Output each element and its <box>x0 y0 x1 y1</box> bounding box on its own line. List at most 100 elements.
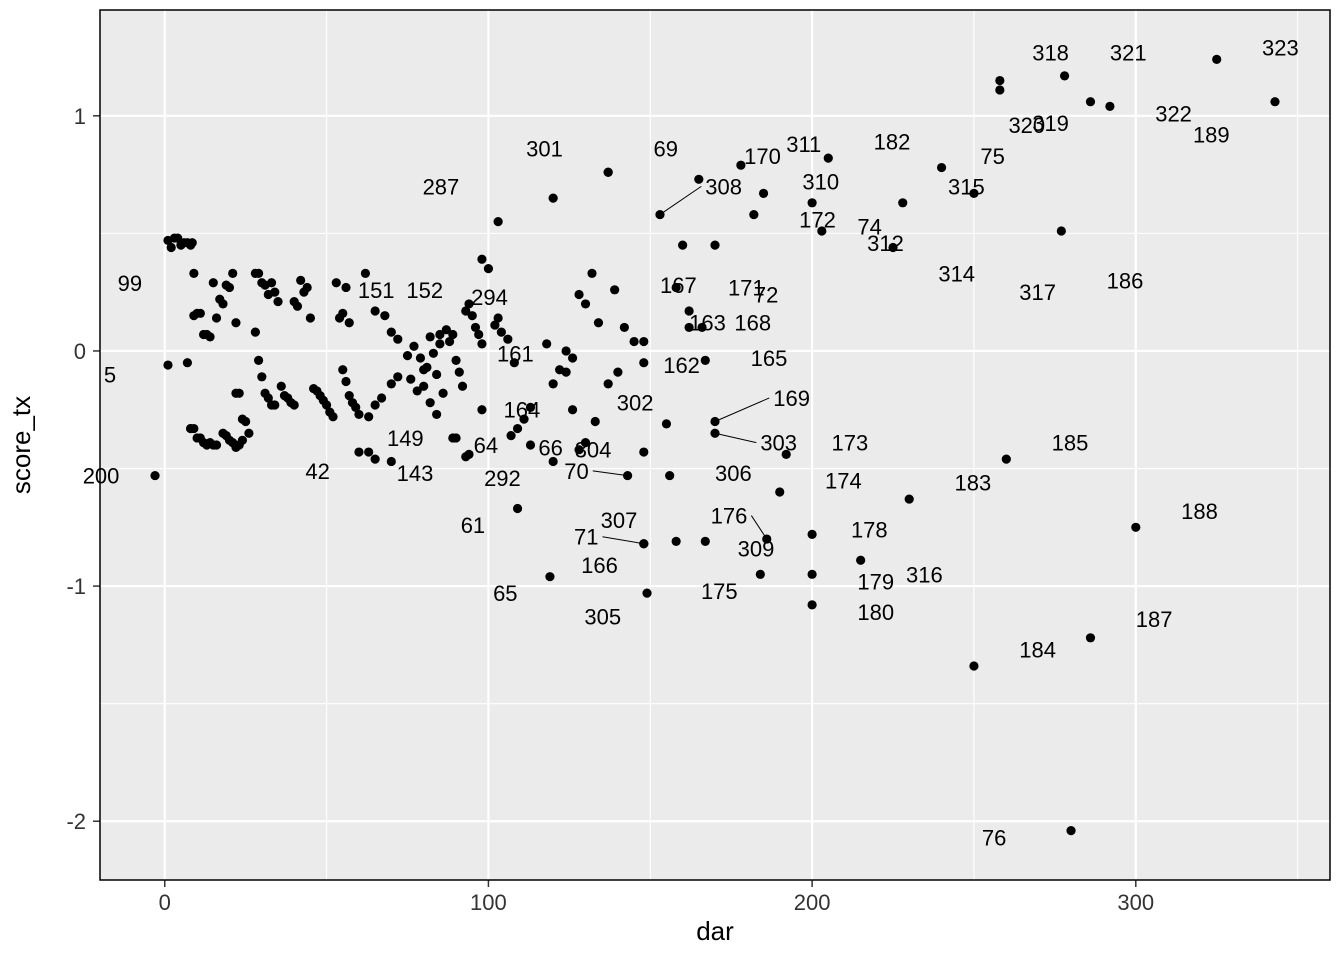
data-point <box>426 398 435 407</box>
data-point <box>808 198 817 207</box>
data-point <box>639 358 648 367</box>
data-point <box>377 393 386 402</box>
data-point <box>856 556 865 565</box>
data-point <box>451 356 460 365</box>
data-point <box>672 537 681 546</box>
data-point <box>296 276 305 285</box>
data-point <box>163 360 172 369</box>
data-point <box>218 299 227 308</box>
data-point <box>235 389 244 398</box>
data-point <box>513 424 522 433</box>
data-point <box>474 330 483 339</box>
point-label: 182 <box>874 130 911 155</box>
data-point <box>710 241 719 250</box>
point-label: 186 <box>1107 268 1144 293</box>
data-point <box>228 269 237 278</box>
data-point <box>587 269 596 278</box>
data-point <box>183 358 192 367</box>
data-point <box>448 330 457 339</box>
data-point <box>620 323 629 332</box>
point-label: 315 <box>948 174 985 199</box>
x-tick-label: 200 <box>794 890 831 915</box>
data-point <box>212 440 221 449</box>
point-label: 294 <box>471 285 508 310</box>
data-point <box>345 318 354 327</box>
point-label: 168 <box>734 311 771 336</box>
point-label: 163 <box>689 311 726 336</box>
data-point <box>604 168 613 177</box>
point-label: 305 <box>584 605 621 630</box>
point-label: 303 <box>760 431 797 456</box>
point-label: 180 <box>857 600 894 625</box>
data-point <box>591 417 600 426</box>
data-point <box>1131 523 1140 532</box>
data-point <box>371 400 380 409</box>
point-label: 314 <box>938 261 975 286</box>
data-point <box>662 419 671 428</box>
data-point <box>574 290 583 299</box>
point-label: 166 <box>581 553 618 578</box>
data-point <box>665 471 674 480</box>
data-point <box>477 339 486 348</box>
point-label: 66 <box>538 435 562 460</box>
data-point <box>639 447 648 456</box>
data-point <box>494 217 503 226</box>
data-point <box>639 337 648 346</box>
data-point <box>273 297 282 306</box>
point-label: 318 <box>1032 40 1069 65</box>
point-label: 5 <box>104 362 116 387</box>
data-point <box>458 382 467 391</box>
data-point <box>808 570 817 579</box>
data-point <box>1212 55 1221 64</box>
data-point <box>995 76 1004 85</box>
data-point <box>231 318 240 327</box>
data-point <box>545 572 554 581</box>
data-point <box>393 335 402 344</box>
point-label: 42 <box>305 459 329 484</box>
data-point <box>406 375 415 384</box>
data-point <box>782 450 791 459</box>
data-point <box>613 368 622 377</box>
point-label: 323 <box>1262 36 1299 61</box>
point-label: 152 <box>406 278 443 303</box>
point-label: 151 <box>358 278 395 303</box>
x-tick-label: 300 <box>1117 890 1154 915</box>
data-point <box>364 412 373 421</box>
data-point <box>254 269 263 278</box>
data-point <box>209 278 218 287</box>
point-label: 304 <box>575 438 612 463</box>
data-point <box>1002 455 1011 464</box>
point-label: 185 <box>1052 431 1089 456</box>
data-point <box>905 494 914 503</box>
point-label: 169 <box>773 386 810 411</box>
data-point <box>225 283 234 292</box>
data-point <box>432 410 441 419</box>
point-label: 143 <box>397 461 434 486</box>
data-point <box>254 356 263 365</box>
data-point <box>468 311 477 320</box>
data-point <box>387 457 396 466</box>
point-label: 76 <box>982 826 1006 851</box>
data-point <box>338 309 347 318</box>
data-point <box>380 311 389 320</box>
data-point <box>371 455 380 464</box>
data-point <box>409 342 418 351</box>
y-tick-label: -1 <box>66 574 86 599</box>
data-point <box>562 346 571 355</box>
point-label: 64 <box>474 433 498 458</box>
point-label: 74 <box>857 214 881 239</box>
data-point <box>568 405 577 414</box>
data-point <box>513 504 522 513</box>
point-label: 149 <box>387 426 424 451</box>
data-point <box>749 210 758 219</box>
point-label: 183 <box>955 471 992 496</box>
point-label: 188 <box>1181 499 1218 524</box>
x-axis-title: dar <box>696 916 734 946</box>
data-point <box>506 431 515 440</box>
data-point <box>736 161 745 170</box>
data-point <box>293 302 302 311</box>
data-point <box>497 328 506 337</box>
data-point <box>341 377 350 386</box>
data-point <box>969 189 978 198</box>
data-point <box>439 389 448 398</box>
